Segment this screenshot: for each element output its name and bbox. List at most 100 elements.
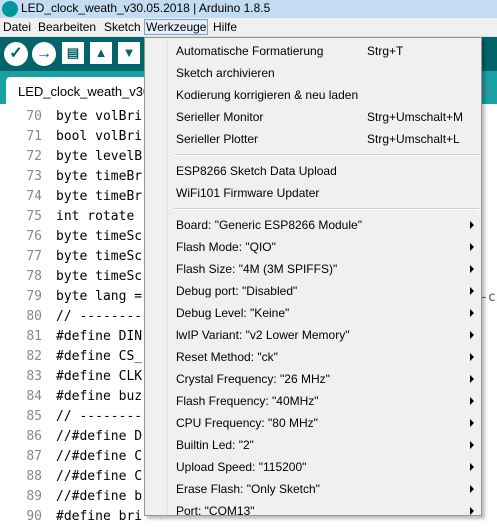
code-text[interactable]: byte levelB [56,147,142,167]
menu-item[interactable]: Flash Size: "4M (3M SPIFFS)" [145,258,481,280]
line-number: 90 [26,509,42,524]
code-text[interactable]: int rotate [56,207,134,227]
menu-item-label: lwIP Variant: "v2 Lower Memory" [176,328,350,342]
menu-item[interactable]: Reset Method: "ck" [145,346,481,368]
code-text[interactable]: byte timeBr [56,167,142,187]
menu-item[interactable]: Serieller Plotter Strg+Umschalt+L [145,128,481,150]
line-number: 72 [26,149,42,164]
code-text[interactable]: //#define C [56,467,142,487]
menu-item-label: Serieller Plotter [176,132,259,146]
code-text[interactable]: byte lang = [56,287,142,307]
submenu-arrow-icon [470,507,474,515]
code-text[interactable]: #define CLK [56,367,142,387]
line-number: 89 [26,489,42,504]
code-text[interactable]: #define buz [56,387,142,407]
arduino-app-icon [2,1,18,17]
menu-item[interactable]: Flash Frequency: "40MHz" [145,390,481,412]
open-button[interactable]: ▲ [90,42,112,64]
menu-item[interactable]: Kodierung korrigieren & neu laden [145,84,481,106]
new-sketch-button[interactable]: ▤ [62,42,84,64]
menu-item[interactable]: Port: "COM13" [145,500,481,515]
line-number: 75 [26,209,42,224]
menu-item[interactable]: WiFi101 Firmware Updater [145,182,481,204]
line-number: 79 [26,289,42,304]
menu-item-label: Flash Frequency: "40MHz" [176,394,319,408]
menu-item-label: Builtin Led: "2" [176,438,254,452]
submenu-arrow-icon [470,221,474,229]
menu-item[interactable]: Crystal Frequency: "26 MHz" [145,368,481,390]
code-text[interactable]: //#define D [56,427,142,447]
menu-item[interactable]: Serieller Monitor Strg+Umschalt+M [145,106,481,128]
menu-item-label: Sketch archivieren [176,66,275,80]
menu-item[interactable]: Debug Level: "Keine" [145,302,481,324]
menu-item[interactable]: CPU Frequency: "80 MHz" [145,412,481,434]
submenu-arrow-icon [470,485,474,493]
menu-sketch[interactable]: Sketch [103,19,142,35]
line-number: 73 [26,169,42,184]
menu-hilfe[interactable]: Hilfe [212,19,238,35]
menu-werkzeuge[interactable]: Werkzeuge [144,19,209,35]
line-number: 86 [26,429,42,444]
submenu-arrow-icon [470,419,474,427]
menu-item[interactable]: lwIP Variant: "v2 Lower Memory" [145,324,481,346]
menu-item-label: Flash Mode: "QIO" [176,240,276,254]
code-text[interactable]: byte timeSc [56,227,142,247]
menu-item[interactable]: ESP8266 Sketch Data Upload [145,160,481,182]
menu-item[interactable]: Automatische Formatierung Strg+T [145,40,481,62]
submenu-arrow-icon [470,243,474,251]
verify-button[interactable]: ✓ [4,42,28,66]
upload-button[interactable]: → [32,42,56,66]
menu-item-label: Upload Speed: "115200" [176,460,307,474]
line-number: 78 [26,269,42,284]
code-text[interactable]: #define bri [56,507,142,527]
menu-bar: Datei Bearbeiten Sketch Werkzeuge Hilfe [0,18,497,37]
submenu-arrow-icon [470,375,474,383]
menu-datei[interactable]: Datei [2,19,32,35]
menu-item-label: Reset Method: "ck" [176,350,278,364]
line-number: 77 [26,249,42,264]
menu-item[interactable]: Sketch archivieren [145,62,481,84]
save-button[interactable]: ▼ [118,42,140,64]
code-text[interactable]: // -------- [56,407,142,427]
menu-item[interactable]: Flash Mode: "QIO" [145,236,481,258]
window-title: LED_clock_weath_v30.05.2018 | Arduino 1.… [21,1,271,15]
menu-item-shortcut: Strg+Umschalt+L [367,132,460,146]
submenu-arrow-icon [470,463,474,471]
line-number: 70 [26,109,42,124]
submenu-arrow-icon [470,353,474,361]
code-text[interactable]: // -------- [56,307,142,327]
werkzeuge-menu: Automatische Formatierung Strg+T Sketch ar… [144,37,482,516]
code-text[interactable]: bool volBri [56,127,142,147]
menu-item-label: Serieller Monitor [176,110,264,124]
code-text[interactable]: byte timeSc [56,247,142,267]
code-fragment: -cs [480,290,497,305]
menu-item-label: WiFi101 Firmware Updater [176,186,320,200]
code-text[interactable]: byte volBri [56,107,142,127]
menu-item[interactable]: Upload Speed: "115200" [145,456,481,478]
menu-item-label: Flash Size: "4M (3M SPIFFS)" [176,262,338,276]
code-text[interactable]: //#define C [56,447,142,467]
line-number: 87 [26,449,42,464]
menu-bearbeiten[interactable]: Bearbeiten [37,19,97,35]
menu-separator [174,154,479,156]
menu-item-label: Erase Flash: "Only Sketch" [176,482,320,496]
submenu-arrow-icon [470,397,474,405]
menu-item-label: CPU Frequency: "80 MHz" [176,416,318,430]
menu-item[interactable]: Board: "Generic ESP8266 Module" [145,214,481,236]
menu-item[interactable]: Builtin Led: "2" [145,434,481,456]
menu-item-label: Debug Level: "Keine" [176,306,290,320]
menu-item[interactable]: Debug port: "Disabled" [145,280,481,302]
line-number: 85 [26,409,42,424]
line-number: 82 [26,349,42,364]
line-number: 81 [26,329,42,344]
code-text[interactable]: byte timeSc [56,267,142,287]
code-text[interactable]: #define CS_ [56,347,142,367]
code-text[interactable]: byte timeBr [56,187,142,207]
title-bar: LED_clock_weath_v30.05.2018 | Arduino 1.… [0,0,497,19]
menu-item-label: Kodierung korrigieren & neu laden [176,88,359,102]
menu-item[interactable]: Erase Flash: "Only Sketch" [145,478,481,500]
code-text[interactable]: //#define b [56,487,142,507]
code-text[interactable]: #define DIN [56,327,142,347]
submenu-arrow-icon [470,441,474,449]
submenu-arrow-icon [470,331,474,339]
